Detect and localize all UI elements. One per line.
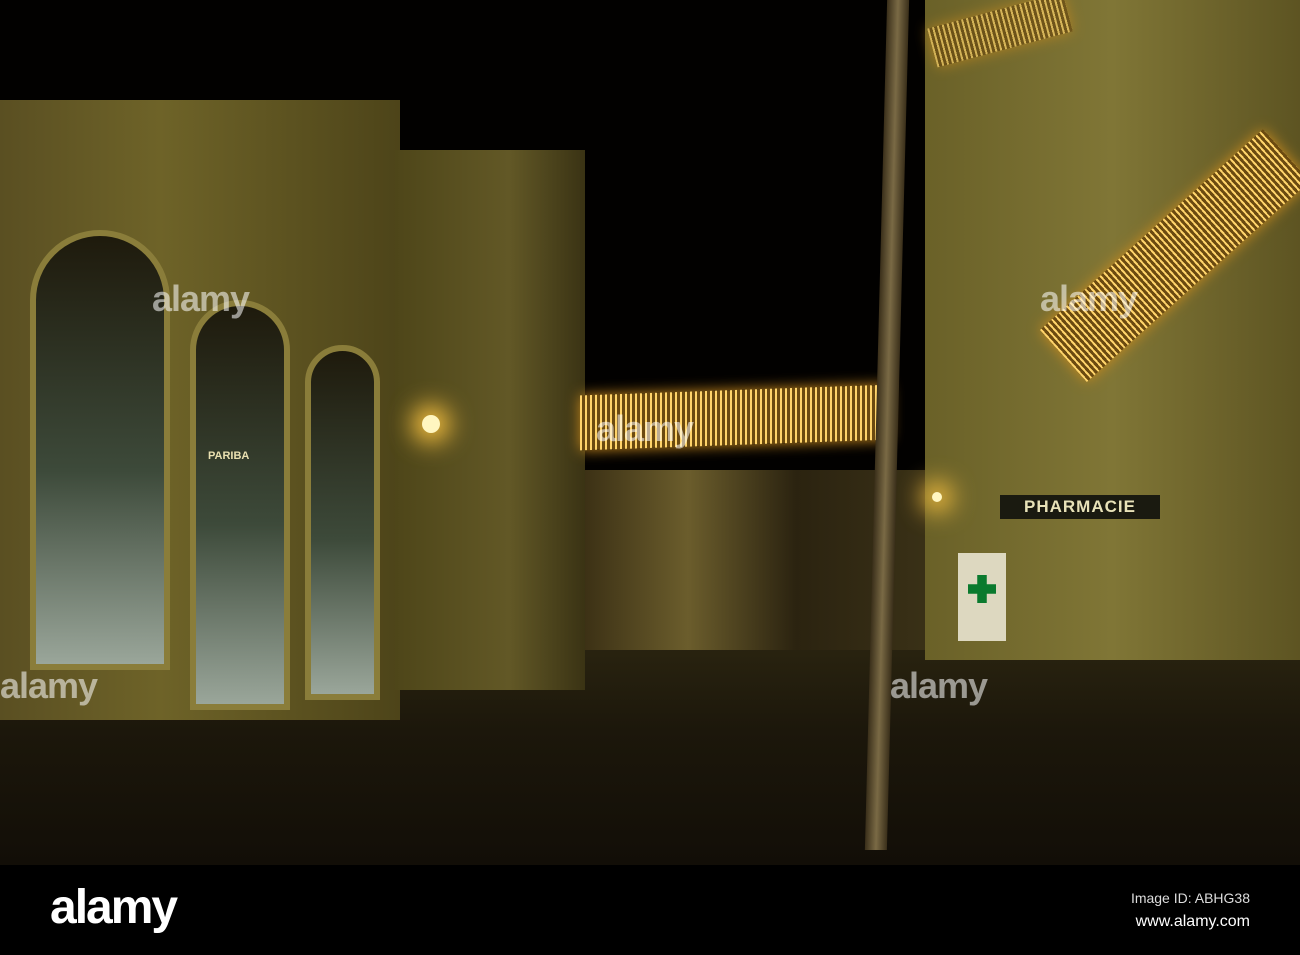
arched-window (30, 230, 170, 670)
arched-window (305, 345, 380, 700)
pharmacy-cross-sign (958, 553, 1006, 641)
watermark-text: alamy (890, 665, 988, 706)
watermark-text: alamy (1040, 278, 1138, 319)
watermark-text: alamy (596, 408, 694, 449)
site-url: www.alamy.com (1135, 913, 1250, 930)
image-id: Image ID: ABHG38 (1130, 890, 1250, 906)
arched-doorway (190, 300, 290, 710)
bank-sign: PARIBA (208, 450, 250, 462)
night-street-photo: PARIBA PHARMACIE alamy alamy alamy alamy… (0, 0, 1300, 865)
watermark-footer (0, 865, 1300, 955)
watermark-text: alamy (152, 278, 250, 319)
pharmacy-sign: PHARMACIE (1000, 495, 1160, 519)
street-lamp (422, 415, 440, 433)
street-lamp (932, 492, 942, 502)
green-cross-icon (968, 575, 996, 603)
watermark-text: alamy (0, 665, 98, 706)
alamy-logo: alamy (50, 881, 178, 934)
